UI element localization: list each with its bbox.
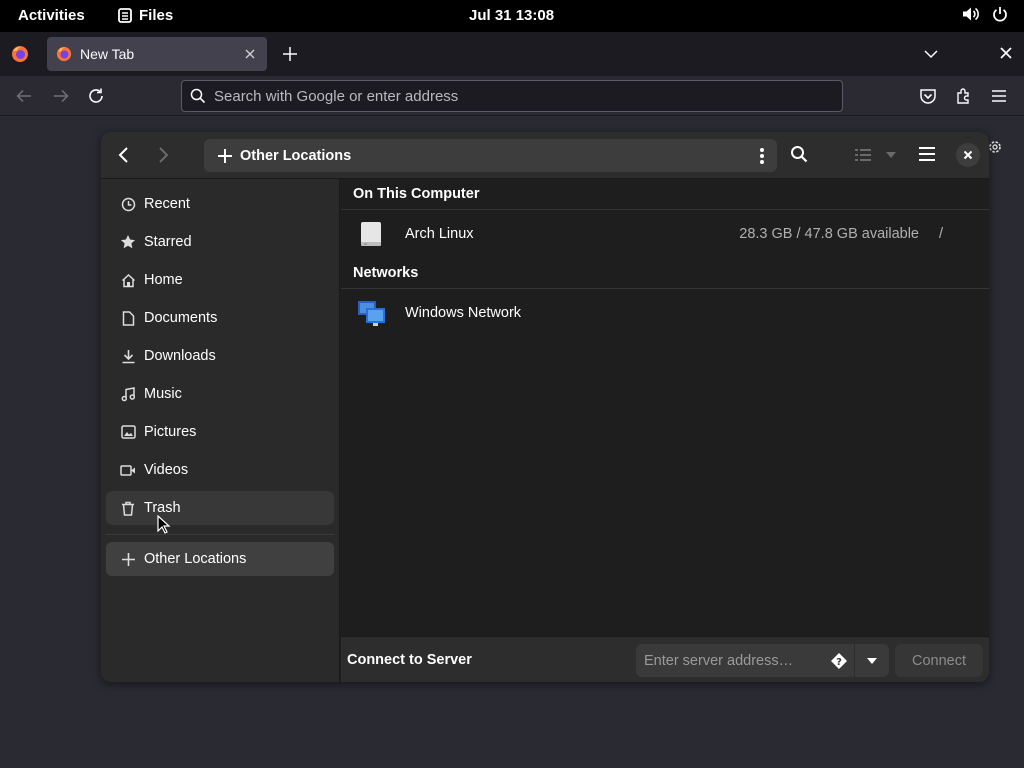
reload-icon[interactable] xyxy=(87,87,105,105)
recent-servers-dropdown[interactable] xyxy=(855,644,889,677)
app-menu-hamburger-icon[interactable] xyxy=(991,88,1007,104)
location-row-windows-network[interactable]: Windows Network xyxy=(341,289,989,337)
connect-to-server-label: Connect to Server xyxy=(347,652,472,668)
path-current-location: Other Locations xyxy=(240,147,352,164)
close-button[interactable] xyxy=(956,143,980,167)
location-row-arch-linux[interactable]: Arch Linux 28.3 GB / 47.8 GB available / xyxy=(341,210,989,258)
plus-icon xyxy=(218,148,232,163)
places-sidebar: Recent Starred Home Documents Downloads xyxy=(101,179,340,682)
new-tab-plus-icon[interactable] xyxy=(281,45,299,63)
gnome-top-bar: Activities Files Jul 31 13:08 xyxy=(0,0,1024,32)
plus-icon xyxy=(120,551,136,567)
sidebar-item-label: Videos xyxy=(144,462,189,478)
location-mount-path: / xyxy=(938,226,943,242)
download-icon xyxy=(120,348,136,364)
tab-close-icon[interactable] xyxy=(242,46,258,62)
settings-gear-icon[interactable] xyxy=(987,139,1003,155)
connect-to-server-bar: Connect to Server ? Connect xyxy=(341,636,989,682)
forward-arrow-icon[interactable] xyxy=(52,87,70,105)
browser-close-icon[interactable] xyxy=(999,46,1013,60)
files-app-icon xyxy=(118,8,132,23)
sidebar-item-label: Downloads xyxy=(144,348,216,364)
location-name: Arch Linux xyxy=(405,226,474,242)
close-icon xyxy=(963,150,973,160)
pocket-icon[interactable] xyxy=(919,87,937,105)
sidebar-item-pictures[interactable]: Pictures xyxy=(106,415,334,449)
power-icon xyxy=(993,7,1007,22)
extensions-puzzle-icon[interactable] xyxy=(955,87,973,105)
main-menu-hamburger-icon[interactable] xyxy=(918,146,936,162)
sidebar-item-label: Starred xyxy=(144,234,192,250)
tab-title: New Tab xyxy=(80,46,135,62)
sidebar-item-other-locations[interactable]: Other Locations xyxy=(106,542,334,576)
clock[interactable]: Jul 31 13:08 xyxy=(469,7,554,24)
network-computers-icon xyxy=(358,301,385,326)
sidebar-item-label: Recent xyxy=(144,196,190,212)
firefox-tab-icon xyxy=(56,46,72,62)
location-capacity: 28.3 GB / 47.8 GB available xyxy=(739,226,919,242)
location-name: Windows Network xyxy=(405,305,522,321)
document-icon xyxy=(120,310,136,326)
system-tray[interactable] xyxy=(962,6,1008,22)
sidebar-item-label: Other Locations xyxy=(144,551,247,567)
home-icon xyxy=(120,272,136,288)
locations-view: On This Computer Arch Linux 28.3 GB / 47… xyxy=(341,179,989,636)
sidebar-item-label: Pictures xyxy=(144,424,197,440)
url-bar[interactable] xyxy=(181,80,843,112)
forward-chevron-icon[interactable] xyxy=(154,145,172,165)
path-bar[interactable]: Other Locations xyxy=(204,139,777,172)
browser-tab-strip: New Tab xyxy=(0,32,1024,76)
sidebar-item-trash[interactable]: Trash xyxy=(106,491,334,525)
list-all-tabs-chevron-icon[interactable] xyxy=(923,46,939,62)
sidebar-item-label: Music xyxy=(144,386,182,402)
sidebar-item-recent[interactable]: Recent xyxy=(106,187,334,221)
back-chevron-icon[interactable] xyxy=(115,145,133,165)
sidebar-item-label: Documents xyxy=(144,310,218,326)
server-address-input[interactable] xyxy=(644,652,819,669)
drive-icon xyxy=(361,222,381,246)
firefox-logo-icon[interactable] xyxy=(11,45,29,63)
trash-icon xyxy=(120,500,136,516)
section-header-networks: Networks xyxy=(341,258,989,289)
back-arrow-icon[interactable] xyxy=(15,87,33,105)
url-input[interactable] xyxy=(214,87,814,105)
sidebar-item-music[interactable]: Music xyxy=(106,377,334,411)
connect-button[interactable]: Connect xyxy=(895,644,983,677)
star-icon xyxy=(120,234,136,250)
tab-new-tab[interactable]: New Tab xyxy=(47,37,267,71)
sidebar-item-downloads[interactable]: Downloads xyxy=(106,339,334,373)
help-icon[interactable]: ? xyxy=(830,652,848,670)
sidebar-item-home[interactable]: Home xyxy=(106,263,334,297)
volume-icon xyxy=(963,7,979,21)
list-view-icon[interactable] xyxy=(854,147,872,163)
files-headerbar: Other Locations xyxy=(101,132,989,179)
sidebar-item-label: Trash xyxy=(144,500,181,516)
view-options-dropdown-icon[interactable] xyxy=(885,151,897,159)
server-address-entry[interactable]: ? xyxy=(636,644,854,677)
sidebar-item-documents[interactable]: Documents xyxy=(106,301,334,335)
clock-icon xyxy=(120,196,136,212)
search-icon[interactable] xyxy=(790,145,808,163)
sidebar-item-label: Home xyxy=(144,272,183,288)
music-icon xyxy=(120,386,136,402)
search-icon xyxy=(190,88,206,104)
svg-text:?: ? xyxy=(836,657,842,668)
section-header-on-this-computer: On This Computer xyxy=(341,179,989,210)
sidebar-divider xyxy=(106,534,334,535)
app-menu[interactable]: Files xyxy=(118,7,173,24)
browser-nav-bar xyxy=(0,76,1024,116)
app-menu-label: Files xyxy=(139,7,174,24)
activities-button[interactable]: Activities xyxy=(18,7,85,24)
more-options-vertical-icon[interactable] xyxy=(759,147,765,165)
sidebar-item-starred[interactable]: Starred xyxy=(106,225,334,259)
mouse-pointer-icon xyxy=(157,515,171,534)
picture-icon xyxy=(120,424,136,440)
sidebar-item-videos[interactable]: Videos xyxy=(106,453,334,487)
files-dialog: Other Locations Recent Starred Home Docu… xyxy=(101,132,989,682)
video-icon xyxy=(120,462,136,478)
dropdown-arrow-icon xyxy=(867,657,877,664)
